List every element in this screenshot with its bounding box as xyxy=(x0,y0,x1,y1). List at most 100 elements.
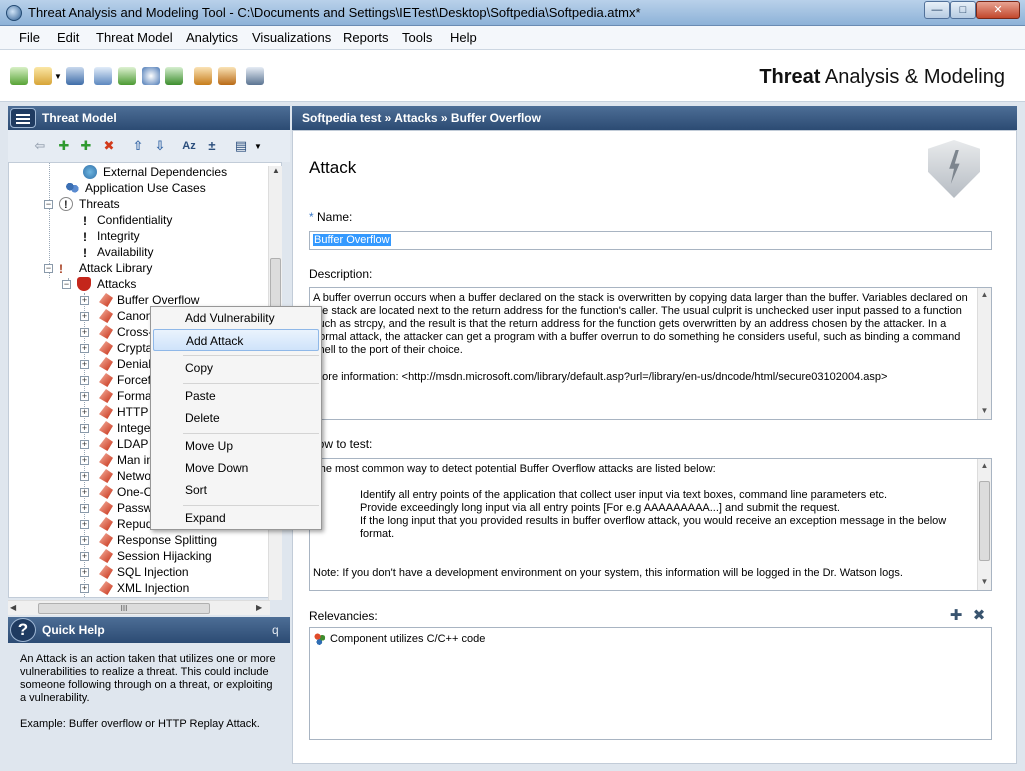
attack-icon xyxy=(99,357,113,371)
view-options-icon[interactable]: ▤ xyxy=(233,138,249,154)
expand-toggle[interactable]: + xyxy=(80,472,89,481)
scroll-right-icon[interactable]: ▶ xyxy=(256,603,262,612)
delete-icon[interactable]: ✖ xyxy=(101,138,117,154)
description-label: Description: xyxy=(309,267,373,281)
minimize-button[interactable]: — xyxy=(924,1,950,19)
tree-item-threats[interactable]: − Threats xyxy=(41,196,261,213)
expand-toggle[interactable]: + xyxy=(80,296,89,305)
menu-add-vulnerability[interactable]: Add Vulnerability xyxy=(153,307,319,329)
scroll-up-icon[interactable]: ▲ xyxy=(272,166,280,175)
menu-move-up[interactable]: Move Up xyxy=(153,435,319,457)
menu-sort[interactable]: Sort xyxy=(153,479,319,501)
tree-item-attack[interactable]: + Session Hijacking xyxy=(79,548,269,564)
expand-toggle[interactable]: + xyxy=(80,488,89,497)
analyze-icon[interactable] xyxy=(142,67,160,85)
tree-item-application-use-cases[interactable]: Application Use Cases xyxy=(51,180,251,196)
dropdown-arrow-icon[interactable]: ▼ xyxy=(54,72,62,81)
description-scrollbar[interactable]: ▲ ▼ xyxy=(977,288,991,419)
menu-reports[interactable]: Reports xyxy=(343,30,389,45)
close-button[interactable]: ✕ xyxy=(976,1,1020,19)
sort-az-icon[interactable]: Az xyxy=(181,138,197,154)
tree-item-label: SQL Injection xyxy=(117,565,189,579)
menu-tools[interactable]: Tools xyxy=(402,30,432,45)
expand-toggle[interactable]: + xyxy=(80,312,89,321)
expand-toggle[interactable]: + xyxy=(80,424,89,433)
menu-delete[interactable]: Delete xyxy=(153,407,319,429)
collapse-toggle[interactable]: − xyxy=(44,200,53,209)
new-model-icon[interactable] xyxy=(10,67,28,85)
tree-item-label: HTTP xyxy=(117,405,149,419)
menu-visualizations[interactable]: Visualizations xyxy=(252,30,331,45)
collapse-toggle[interactable]: − xyxy=(44,264,53,273)
menu-move-down[interactable]: Move Down xyxy=(153,457,319,479)
relevancy-item[interactable]: Component utilizes C/C++ code xyxy=(330,633,485,645)
tree-item-attack[interactable]: + SQL Injection xyxy=(79,564,269,580)
tree-item-confidentiality[interactable]: ! Confidentiality xyxy=(69,212,269,228)
report-chart-icon[interactable] xyxy=(246,67,264,85)
add-relevancy-icon[interactable]: ✚ xyxy=(948,608,964,624)
tree-horizontal-scrollbar[interactable]: ◀ III ▶ xyxy=(8,600,270,615)
collapse-icon[interactable]: ± xyxy=(204,138,220,154)
back-icon[interactable]: ⇦ xyxy=(32,138,48,154)
generate-icon[interactable] xyxy=(94,67,112,85)
tree-item-integrity[interactable]: ! Integrity xyxy=(69,228,269,244)
menu-edit[interactable]: Edit xyxy=(57,30,79,45)
name-field[interactable]: Buffer Overflow xyxy=(309,231,992,250)
expand-toggle[interactable]: + xyxy=(80,360,89,369)
attack-icon[interactable] xyxy=(218,67,236,85)
expand-toggle[interactable]: + xyxy=(80,552,89,561)
move-down-icon[interactable]: ⇩ xyxy=(152,138,168,154)
maximize-button[interactable]: □ xyxy=(950,1,976,19)
expand-toggle[interactable]: + xyxy=(80,392,89,401)
menu-file[interactable]: File xyxy=(19,30,40,45)
expand-toggle[interactable]: + xyxy=(80,376,89,385)
threat-icon[interactable] xyxy=(194,67,212,85)
refresh-icon[interactable] xyxy=(165,67,183,85)
scroll-left-icon[interactable]: ◀ xyxy=(10,603,16,612)
how-to-test-step: Identify all entry points of the applica… xyxy=(360,489,888,501)
tree-item-external-dependencies[interactable]: External Dependencies xyxy=(69,164,269,180)
add-child-icon[interactable]: ✚ xyxy=(78,138,94,154)
how-to-test-scrollbar[interactable]: ▲ ▼ xyxy=(977,459,991,590)
exclamation-icon: ! xyxy=(83,230,87,244)
expand-toggle[interactable]: + xyxy=(80,584,89,593)
expand-toggle[interactable]: + xyxy=(80,344,89,353)
expand-toggle[interactable]: + xyxy=(80,328,89,337)
save-icon[interactable] xyxy=(66,67,84,85)
expand-toggle[interactable]: + xyxy=(80,408,89,417)
expand-toggle[interactable]: + xyxy=(80,440,89,449)
menu-analytics[interactable]: Analytics xyxy=(186,30,238,45)
menu-threat-model[interactable]: Threat Model xyxy=(96,30,173,45)
import-icon[interactable] xyxy=(118,67,136,85)
brand-rest: Analysis & Modeling xyxy=(820,66,1005,88)
remove-relevancy-icon[interactable]: ✖ xyxy=(971,608,987,624)
expand-toggle[interactable]: + xyxy=(80,456,89,465)
pin-icon[interactable]: q xyxy=(272,623,279,637)
scroll-thumb[interactable]: III xyxy=(38,603,210,614)
expand-toggle[interactable]: + xyxy=(80,504,89,513)
how-to-test-textarea[interactable]: The most common way to detect potential … xyxy=(309,458,992,591)
brand-bold: Threat xyxy=(759,66,821,88)
collapse-toggle[interactable]: − xyxy=(62,280,71,289)
menu-expand[interactable]: Expand xyxy=(153,507,319,529)
tree-item-availability[interactable]: ! Availability xyxy=(69,244,269,260)
view-dropdown-icon[interactable]: ▼ xyxy=(254,142,262,151)
add-icon[interactable]: ✚ xyxy=(56,138,72,154)
tree-item-label: External Dependencies xyxy=(103,165,228,179)
menu-copy[interactable]: Copy xyxy=(153,357,319,379)
tree-item-attack[interactable]: + Response Splitting xyxy=(79,532,269,548)
menu-add-attack[interactable]: Add Attack xyxy=(153,329,319,351)
attack-icon xyxy=(99,469,113,483)
open-folder-icon[interactable] xyxy=(34,67,52,85)
expand-toggle[interactable]: + xyxy=(80,568,89,577)
tree-item-attack[interactable]: + XML Injection xyxy=(79,580,269,596)
description-textarea[interactable]: A buffer overrun occurs when a buffer de… xyxy=(309,287,992,420)
expand-toggle[interactable]: + xyxy=(80,536,89,545)
move-up-icon[interactable]: ⇧ xyxy=(130,138,146,154)
tree-item-attacks[interactable]: − Attacks xyxy=(59,276,259,292)
menu-paste[interactable]: Paste xyxy=(153,385,319,407)
expand-toggle[interactable]: + xyxy=(80,520,89,529)
tree-item-attack-library[interactable]: − ! Attack Library xyxy=(41,260,261,276)
menu-separator xyxy=(183,433,319,434)
menu-help[interactable]: Help xyxy=(450,30,477,45)
